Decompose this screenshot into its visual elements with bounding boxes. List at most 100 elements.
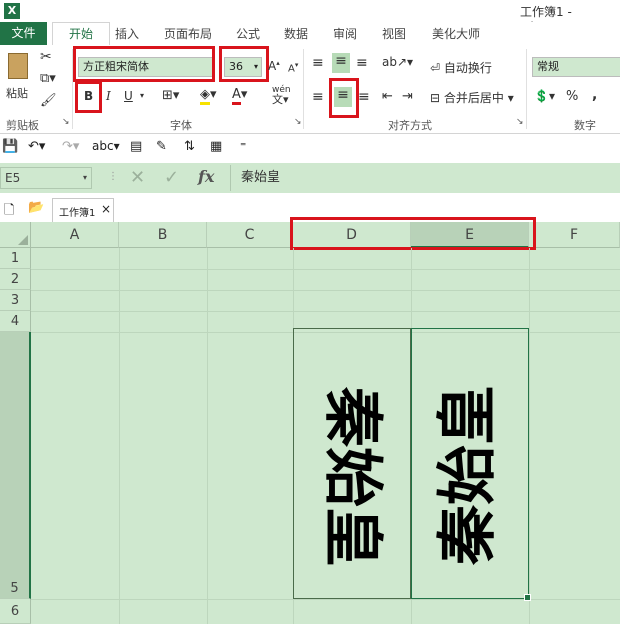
- merge-center-button[interactable]: ⊟ 合并后居中 ▾: [430, 89, 514, 106]
- name-box-dropdown-icon[interactable]: ▾: [83, 168, 87, 188]
- fill-handle[interactable]: [524, 594, 531, 601]
- comma-style-icon[interactable]: ,: [592, 87, 597, 103]
- redo-icon[interactable]: ↷▾: [62, 139, 79, 154]
- orientation-icon[interactable]: ab↗▾: [382, 55, 413, 69]
- sort-icon[interactable]: ⇅: [184, 139, 195, 154]
- tab-data[interactable]: 数据: [284, 25, 308, 42]
- format-painter-icon[interactable]: 🖌: [40, 93, 57, 108]
- formula-bar-grip-icon: ⋮: [108, 171, 118, 182]
- fill-color-icon[interactable]: ◈▾: [200, 87, 217, 105]
- new-document-icon[interactable]: 🗋: [4, 201, 14, 223]
- workbook-tab[interactable]: 工作簿1 ×: [52, 198, 114, 223]
- align-right-icon[interactable]: ≡: [358, 89, 370, 105]
- open-folder-icon[interactable]: 📂: [28, 200, 44, 215]
- tab-review[interactable]: 审阅: [333, 25, 357, 42]
- tab-formulas[interactable]: 公式: [236, 25, 260, 42]
- close-tab-icon[interactable]: ×: [101, 202, 111, 216]
- save-icon[interactable]: 💾: [2, 139, 18, 154]
- cell-e5[interactable]: 秦始皇: [411, 328, 531, 601]
- font-launcher-icon[interactable]: ↘: [294, 117, 302, 127]
- align-left-icon[interactable]: ≡: [312, 89, 324, 105]
- wrap-text-icon: ⏎: [430, 61, 441, 75]
- cell-d5-text: 秦始皇: [317, 387, 387, 567]
- column-header-c[interactable]: C: [207, 222, 293, 248]
- align-center-highlight: [329, 78, 359, 118]
- font-size-highlight: [219, 46, 269, 82]
- grid-line: [31, 290, 620, 291]
- clipboard-launcher-icon[interactable]: ↘: [62, 117, 70, 127]
- tab-page-layout[interactable]: 页面布局: [164, 25, 212, 42]
- separator: [526, 49, 527, 129]
- customize-toolbar-icon[interactable]: ⁼: [240, 139, 246, 153]
- column-header-f[interactable]: F: [529, 222, 620, 248]
- font-color-icon[interactable]: A▾: [232, 87, 247, 105]
- column-header-b[interactable]: B: [119, 222, 207, 248]
- select-all-corner[interactable]: [0, 222, 31, 248]
- increase-indent-icon[interactable]: ⇥: [402, 89, 413, 104]
- separator: [303, 49, 304, 129]
- insert-function-icon[interactable]: fx: [198, 167, 214, 186]
- workbook-tab-label: 工作簿1: [59, 208, 96, 219]
- tab-insert[interactable]: 插入: [115, 25, 139, 42]
- underline-dropdown-icon[interactable]: ▾: [140, 91, 144, 100]
- border-icon[interactable]: ⊞▾: [162, 88, 179, 103]
- phonetic-icon[interactable]: wén 文▾: [272, 85, 291, 106]
- formula-bar: E5 ▾ ⋮ ✕ ✓ fx 秦始皇: [0, 163, 620, 193]
- align-top-icon[interactable]: ≡: [312, 55, 324, 71]
- font-group-label: 字体: [170, 119, 192, 132]
- strikethrough-icon[interactable]: abc▾: [92, 139, 120, 153]
- row-header-2[interactable]: 2: [0, 269, 31, 290]
- percent-button[interactable]: %: [566, 89, 578, 104]
- align-bottom-icon[interactable]: ≡: [356, 55, 368, 71]
- undo-icon[interactable]: ↶▾: [28, 139, 45, 154]
- grid-line: [31, 311, 620, 312]
- tab-home[interactable]: 开始: [52, 22, 110, 47]
- spreadsheet-grid[interactable]: A B C D E F 1 2 3 4 5 6 秦始皇 秦始皇: [0, 217, 620, 624]
- quick-access-toolbar: 💾 ↶▾ ↷▾ abc▾ ▤ ✎ ⇅ ▦ ⁼: [0, 134, 620, 160]
- bold-highlight: [75, 81, 102, 113]
- cell-d5[interactable]: 秦始皇: [293, 328, 411, 599]
- tab-file[interactable]: 文件: [0, 22, 47, 45]
- paste-button[interactable]: 粘贴: [4, 51, 34, 107]
- wrap-text-button[interactable]: ⏎ 自动换行: [430, 59, 492, 76]
- row-header-5[interactable]: 5: [0, 332, 31, 599]
- shrink-font-icon[interactable]: A▾: [288, 61, 298, 74]
- row-header-1[interactable]: 1: [0, 248, 31, 269]
- tab-view[interactable]: 视图: [382, 25, 406, 42]
- accounting-format-icon[interactable]: 💲▾: [534, 89, 555, 103]
- italic-button[interactable]: I: [106, 89, 111, 103]
- cut-icon[interactable]: ✂: [40, 49, 52, 65]
- grid-line: [31, 269, 620, 270]
- ribbon: 粘贴 ✂ ⧉▾ 🖌 剪贴板 ↘ 方正粗宋简体 36 ▾ A▴ A▾ B I U ▾…: [0, 45, 620, 134]
- confirm-entry-icon[interactable]: ✓: [164, 167, 179, 188]
- number-group-label: 数字: [574, 119, 596, 132]
- align-middle-icon[interactable]: ≡: [332, 53, 350, 73]
- row-header-3[interactable]: 3: [0, 290, 31, 311]
- name-box[interactable]: E5 ▾: [0, 167, 92, 189]
- number-format-dropdown[interactable]: 常规: [532, 57, 620, 77]
- column-header-a[interactable]: A: [31, 222, 119, 248]
- title-bar: X 工作簿1 - Microso: [0, 0, 620, 34]
- merge-label: 合并后居中: [443, 91, 504, 105]
- copy-icon[interactable]: ⧉▾: [40, 71, 56, 86]
- table-icon[interactable]: ▦: [210, 139, 222, 154]
- decrease-indent-icon[interactable]: ⇤: [382, 89, 393, 104]
- paste-label: 粘贴: [6, 87, 28, 100]
- row-header-6[interactable]: 6: [0, 599, 31, 624]
- grid-line: [31, 599, 620, 600]
- cell-e5-text: 秦始皇: [433, 385, 503, 565]
- ribbon-tabs: 文件 开始 插入 页面布局 公式 数据 审阅 视图 美化大师: [0, 22, 620, 47]
- grid-line: [119, 248, 120, 624]
- alignment-group-label: 对齐方式: [388, 119, 432, 132]
- number-format-value: 常规: [537, 60, 559, 73]
- alignment-launcher-icon[interactable]: ↘: [516, 117, 524, 127]
- edit-icon[interactable]: ✎: [156, 139, 167, 154]
- row-header-5-label: 5: [10, 581, 19, 596]
- formula-input[interactable]: 秦始皇: [230, 165, 620, 191]
- form-icon[interactable]: ▤: [130, 139, 142, 154]
- row-header-4[interactable]: 4: [0, 311, 31, 332]
- underline-button[interactable]: U: [124, 89, 133, 103]
- cancel-entry-icon[interactable]: ✕: [130, 167, 145, 188]
- grow-font-icon[interactable]: A▴: [268, 59, 280, 73]
- tab-meihua[interactable]: 美化大师: [432, 25, 480, 42]
